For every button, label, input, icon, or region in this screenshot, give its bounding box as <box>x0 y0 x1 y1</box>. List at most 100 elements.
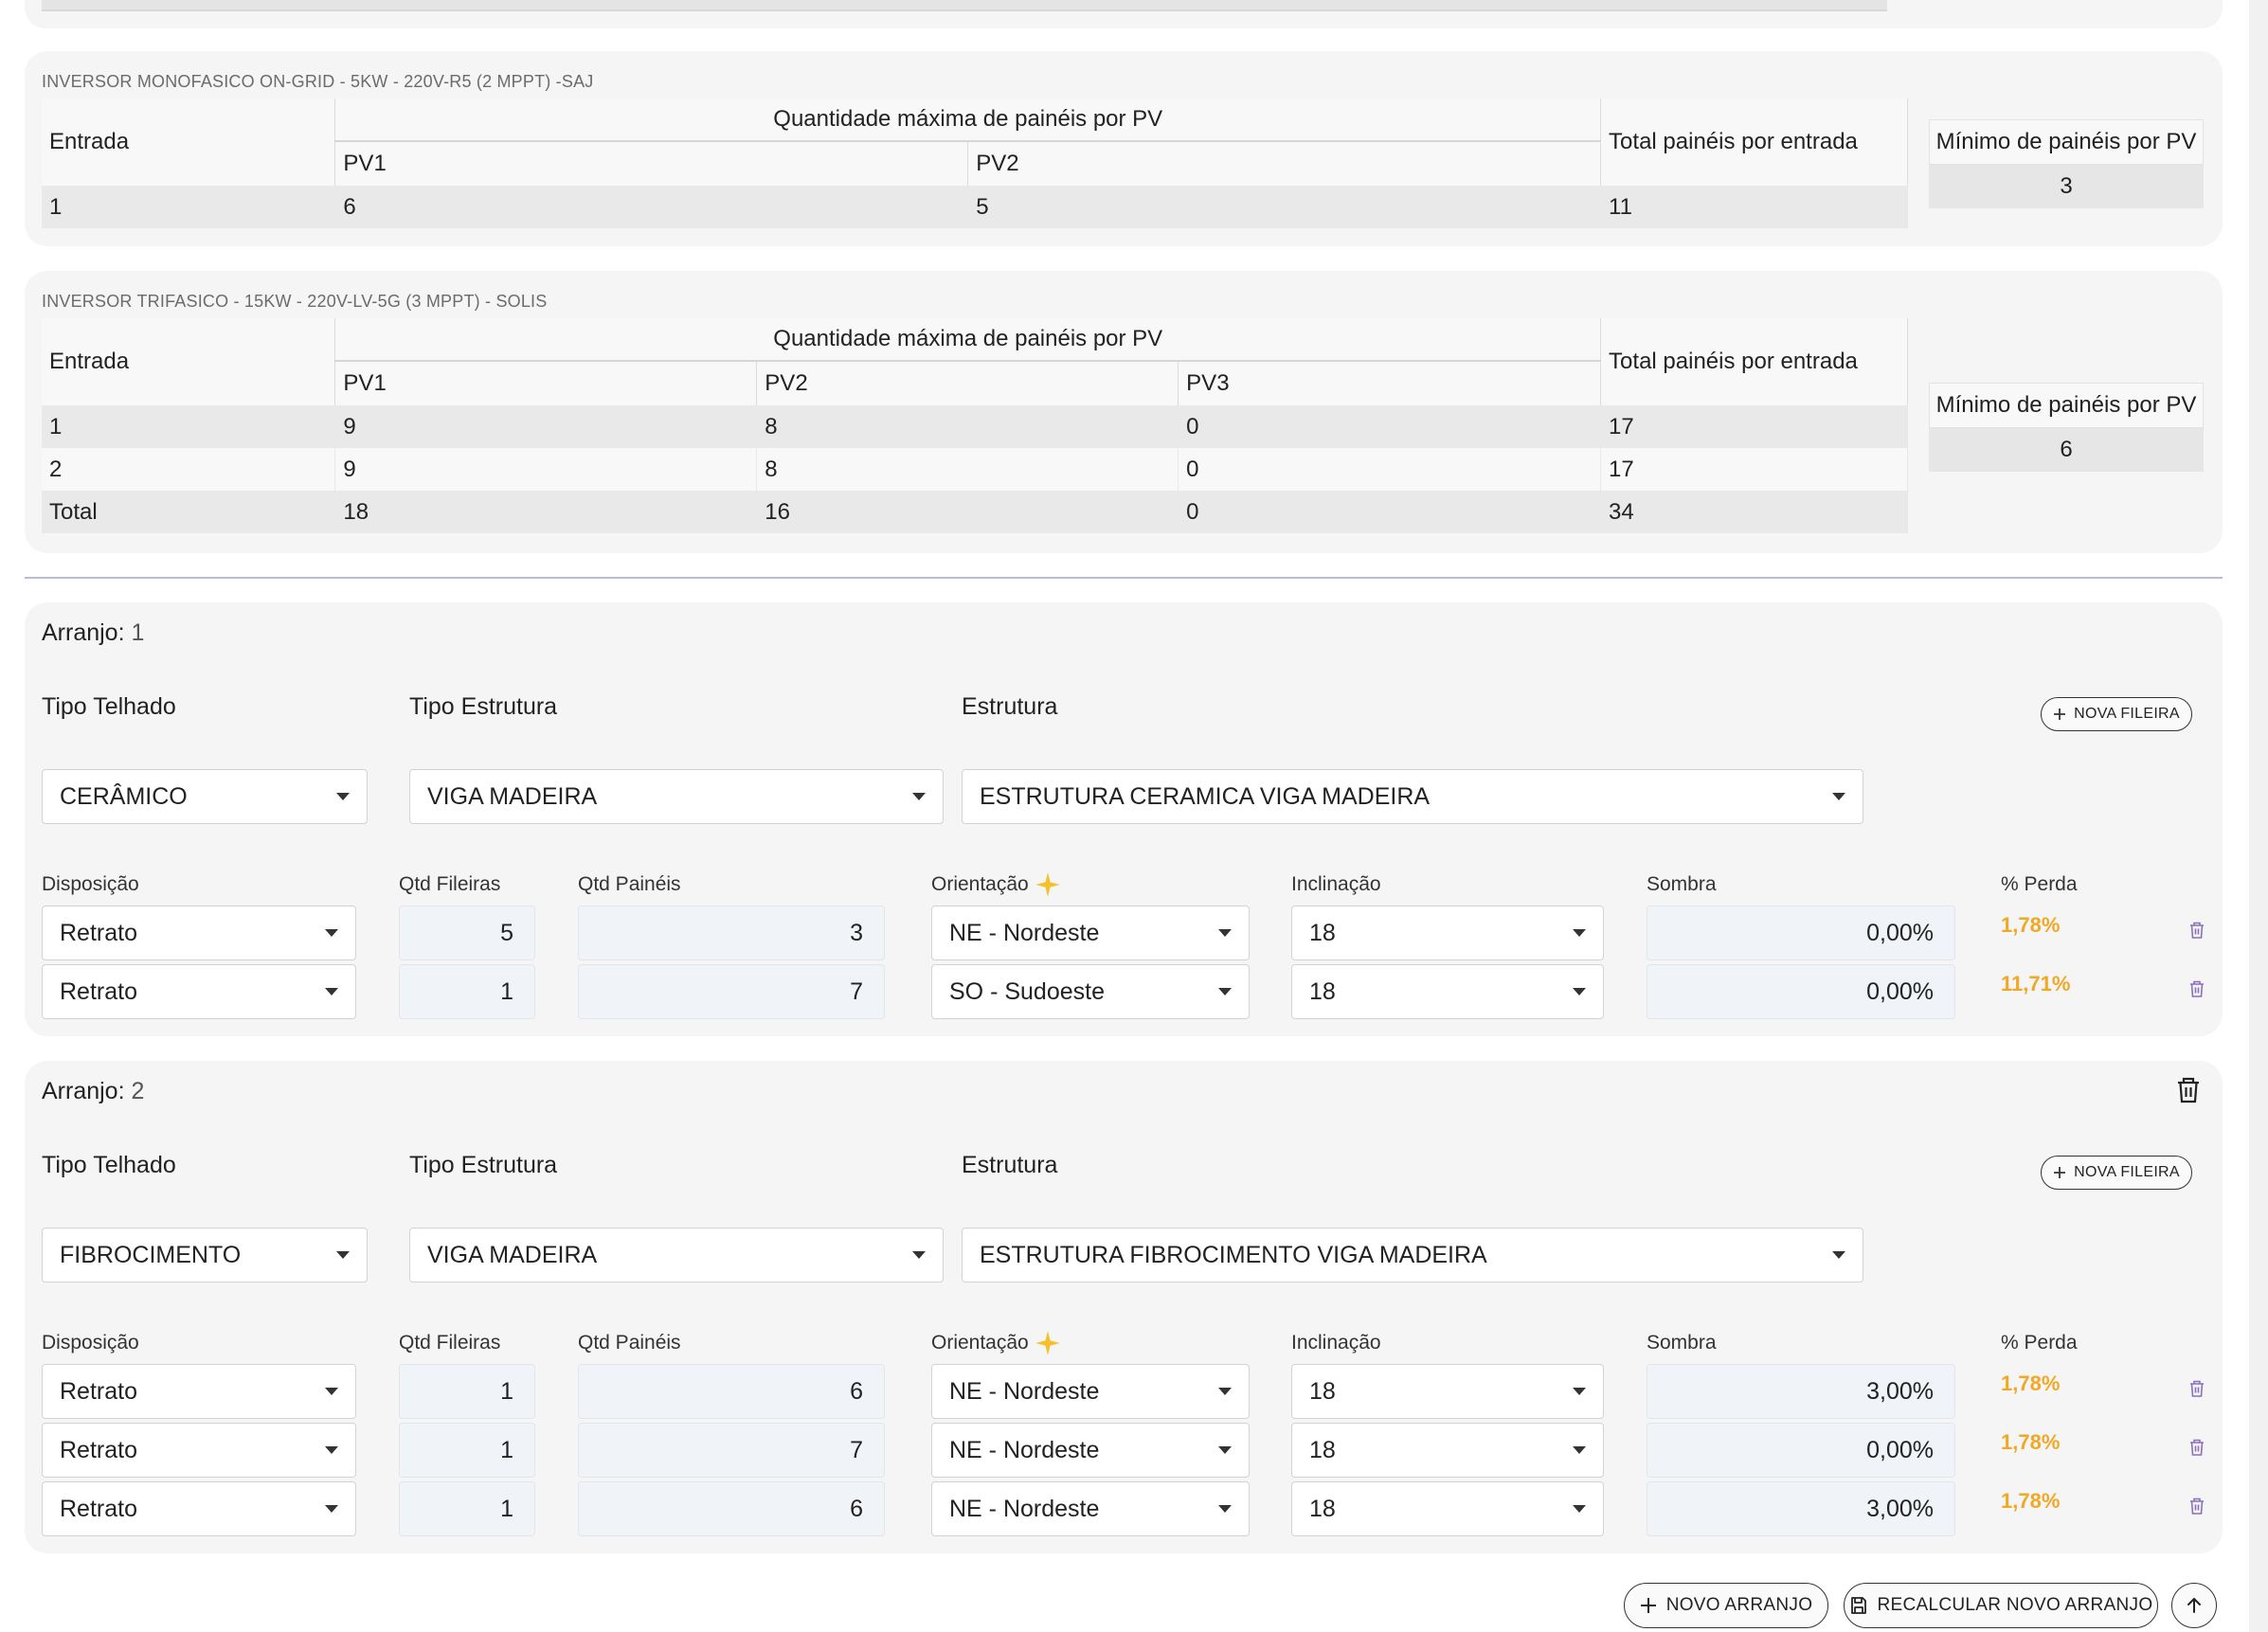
tipo-estrutura-select[interactable]: VIGA MADEIRA <box>409 1228 944 1282</box>
orientacao-select[interactable]: NE - Nordeste <box>931 1423 1250 1478</box>
inclinacao-select[interactable]: 18 <box>1291 1364 1604 1419</box>
qtd-fileiras-input[interactable]: 1 <box>399 964 535 1019</box>
inclinacao-select[interactable]: 18 <box>1291 906 1604 960</box>
disposicao-value: Retrato <box>60 1436 137 1463</box>
chevron-down-icon <box>1573 1505 1586 1513</box>
tipo-telhado-select[interactable]: CERÂMICO <box>42 769 368 824</box>
sombra-input[interactable]: 3,00% <box>1647 1481 1955 1536</box>
disposicao-select[interactable]: Retrato <box>42 964 356 1019</box>
sombra-input[interactable]: 0,00% <box>1647 964 1955 1019</box>
orientacao-select[interactable]: SO - Sudoeste <box>931 964 1250 1019</box>
scrollbar[interactable] <box>2249 0 2268 1632</box>
qtd-paineis-input[interactable]: 6 <box>578 1481 885 1536</box>
sombra-input[interactable]: 0,00% <box>1647 906 1955 960</box>
sombra-label: Sombra <box>1647 1332 1717 1354</box>
inverter-card-2: INVERSOR TRIFASICO - 15KW - 220V-LV-5G (… <box>25 271 2223 553</box>
qtd-paineis-input[interactable]: 6 <box>578 1364 885 1419</box>
tipo-telhado-label: Tipo Telhado <box>42 1152 176 1178</box>
inclinacao-value: 18 <box>1309 1436 1336 1463</box>
trash-icon[interactable] <box>2188 1379 2205 1398</box>
tipo-estrutura-label: Tipo Estrutura <box>409 1152 558 1178</box>
estrutura-select[interactable]: ESTRUTURA CERAMICA VIGA MADEIRA <box>962 769 1863 824</box>
perda-value: 1,78% <box>2001 1489 2061 1513</box>
chevron-down-icon <box>1218 988 1232 995</box>
orientacao-select[interactable]: NE - Nordeste <box>931 1364 1250 1419</box>
inclinacao-select[interactable]: 18 <box>1291 964 1604 1019</box>
qtd-fileiras-input[interactable]: 1 <box>399 1481 535 1536</box>
scroll-top-button[interactable] <box>2171 1583 2217 1628</box>
cell-pv2: 16 <box>756 491 1179 533</box>
sparkle-icon[interactable] <box>1035 871 1061 898</box>
qtd-paineis-label: Qtd Painéis <box>578 873 681 895</box>
qtd-paineis-input[interactable]: 7 <box>578 964 885 1019</box>
perda-value: 1,78% <box>2001 1430 2061 1454</box>
disposicao-select[interactable]: Retrato <box>42 1364 356 1419</box>
arranjo-card-2: Arranjo: 2 Tipo Telhado Tipo Estrutura E… <box>25 1061 2223 1553</box>
trash-icon[interactable] <box>2188 1497 2205 1515</box>
qtd-paineis-label: Qtd Painéis <box>578 1332 681 1354</box>
cell-total: 17 <box>1600 405 1908 448</box>
trash-icon[interactable] <box>2188 1438 2205 1457</box>
orientacao-text: Orientação <box>931 873 1029 895</box>
nova-fileira-button[interactable]: NOVA FILEIRA <box>2041 697 2192 731</box>
inverter-title: INVERSOR MONOFASICO ON-GRID - 5KW - 220V… <box>42 72 594 91</box>
orientacao-select[interactable]: NE - Nordeste <box>931 1481 1250 1536</box>
chevron-down-icon <box>336 793 350 800</box>
estrutura-select[interactable]: ESTRUTURA FIBROCIMENTO VIGA MADEIRA <box>962 1228 1863 1282</box>
nova-fileira-label: NOVA FILEIRA <box>2074 1164 2180 1180</box>
arranjo-title: Arranjo: 1 <box>42 619 144 647</box>
inverter-title: INVERSOR TRIFASICO - 15KW - 220V-LV-5G (… <box>42 292 548 311</box>
table-row: 1 9 8 0 17 <box>42 405 1908 448</box>
qtd-fileiras-input[interactable]: 1 <box>399 1423 535 1478</box>
cell-entrada: Total <box>42 491 336 533</box>
qtd-fileiras-input[interactable]: 1 <box>399 1364 535 1419</box>
sombra-input[interactable]: 3,00% <box>1647 1364 1955 1419</box>
trash-icon[interactable] <box>2188 921 2205 940</box>
novo-arranjo-button[interactable]: NOVO ARRANJO <box>1624 1583 1828 1628</box>
orientacao-select[interactable]: NE - Nordeste <box>931 906 1250 960</box>
tipo-estrutura-select[interactable]: VIGA MADEIRA <box>409 769 944 824</box>
table-row-total: Total 18 16 0 34 <box>42 491 1908 533</box>
orientacao-label: Orientação <box>931 871 1061 898</box>
nova-fileira-button[interactable]: NOVA FILEIRA <box>2041 1156 2192 1190</box>
cell-pv3: 0 <box>1178 448 1602 491</box>
trash-icon[interactable] <box>2175 1076 2202 1104</box>
disposicao-value: Retrato <box>60 1495 137 1522</box>
sombra-input[interactable]: 0,00% <box>1647 1423 1955 1478</box>
orientacao-value: NE - Nordeste <box>949 919 1100 946</box>
chevron-down-icon <box>1573 1446 1586 1454</box>
sparkle-icon[interactable] <box>1035 1330 1061 1356</box>
chevron-down-icon <box>325 988 338 995</box>
qtd-paineis-input[interactable]: 7 <box>578 1423 885 1478</box>
cell-pv3: 0 <box>1178 491 1602 533</box>
min-panels-label: Mínimo de painéis por PV <box>1929 383 2204 428</box>
inclinacao-select[interactable]: 18 <box>1291 1423 1604 1478</box>
cell-pv2: 5 <box>967 186 1602 228</box>
chevron-down-icon <box>325 1505 338 1513</box>
chevron-down-icon <box>912 793 926 800</box>
orientacao-value: NE - Nordeste <box>949 1377 1100 1405</box>
arranjo-title: Arranjo: 2 <box>42 1078 144 1105</box>
recalcular-button[interactable]: RECALCULAR NOVO ARRANJO <box>1844 1583 2158 1628</box>
orientacao-value: NE - Nordeste <box>949 1495 1100 1522</box>
chevron-down-icon <box>912 1251 926 1259</box>
tipo-estrutura-label: Tipo Estrutura <box>409 693 558 720</box>
tipo-telhado-value: FIBROCIMENTO <box>60 1241 242 1268</box>
disposicao-select[interactable]: Retrato <box>42 1423 356 1478</box>
qtd-fileiras-label: Qtd Fileiras <box>399 873 501 895</box>
disposicao-select[interactable]: Retrato <box>42 906 356 960</box>
chevron-down-icon <box>1218 1388 1232 1395</box>
trash-icon[interactable] <box>2188 979 2205 998</box>
qtd-paineis-input[interactable]: 3 <box>578 906 885 960</box>
perda-value: 1,78% <box>2001 913 2061 937</box>
orientacao-label: Orientação <box>931 1330 1061 1356</box>
inclinacao-value: 18 <box>1309 1377 1336 1405</box>
col-entrada: Entrada <box>42 99 336 186</box>
tipo-telhado-select[interactable]: FIBROCIMENTO <box>42 1228 368 1282</box>
nova-fileira-label: NOVA FILEIRA <box>2074 706 2180 722</box>
inclinacao-select[interactable]: 18 <box>1291 1481 1604 1536</box>
inverter-table: Entrada Quantidade máxima de painéis por… <box>42 318 1908 533</box>
qtd-fileiras-input[interactable]: 5 <box>399 906 535 960</box>
disposicao-select[interactable]: Retrato <box>42 1481 356 1536</box>
col-total: Total painéis por entrada <box>1600 318 1908 405</box>
